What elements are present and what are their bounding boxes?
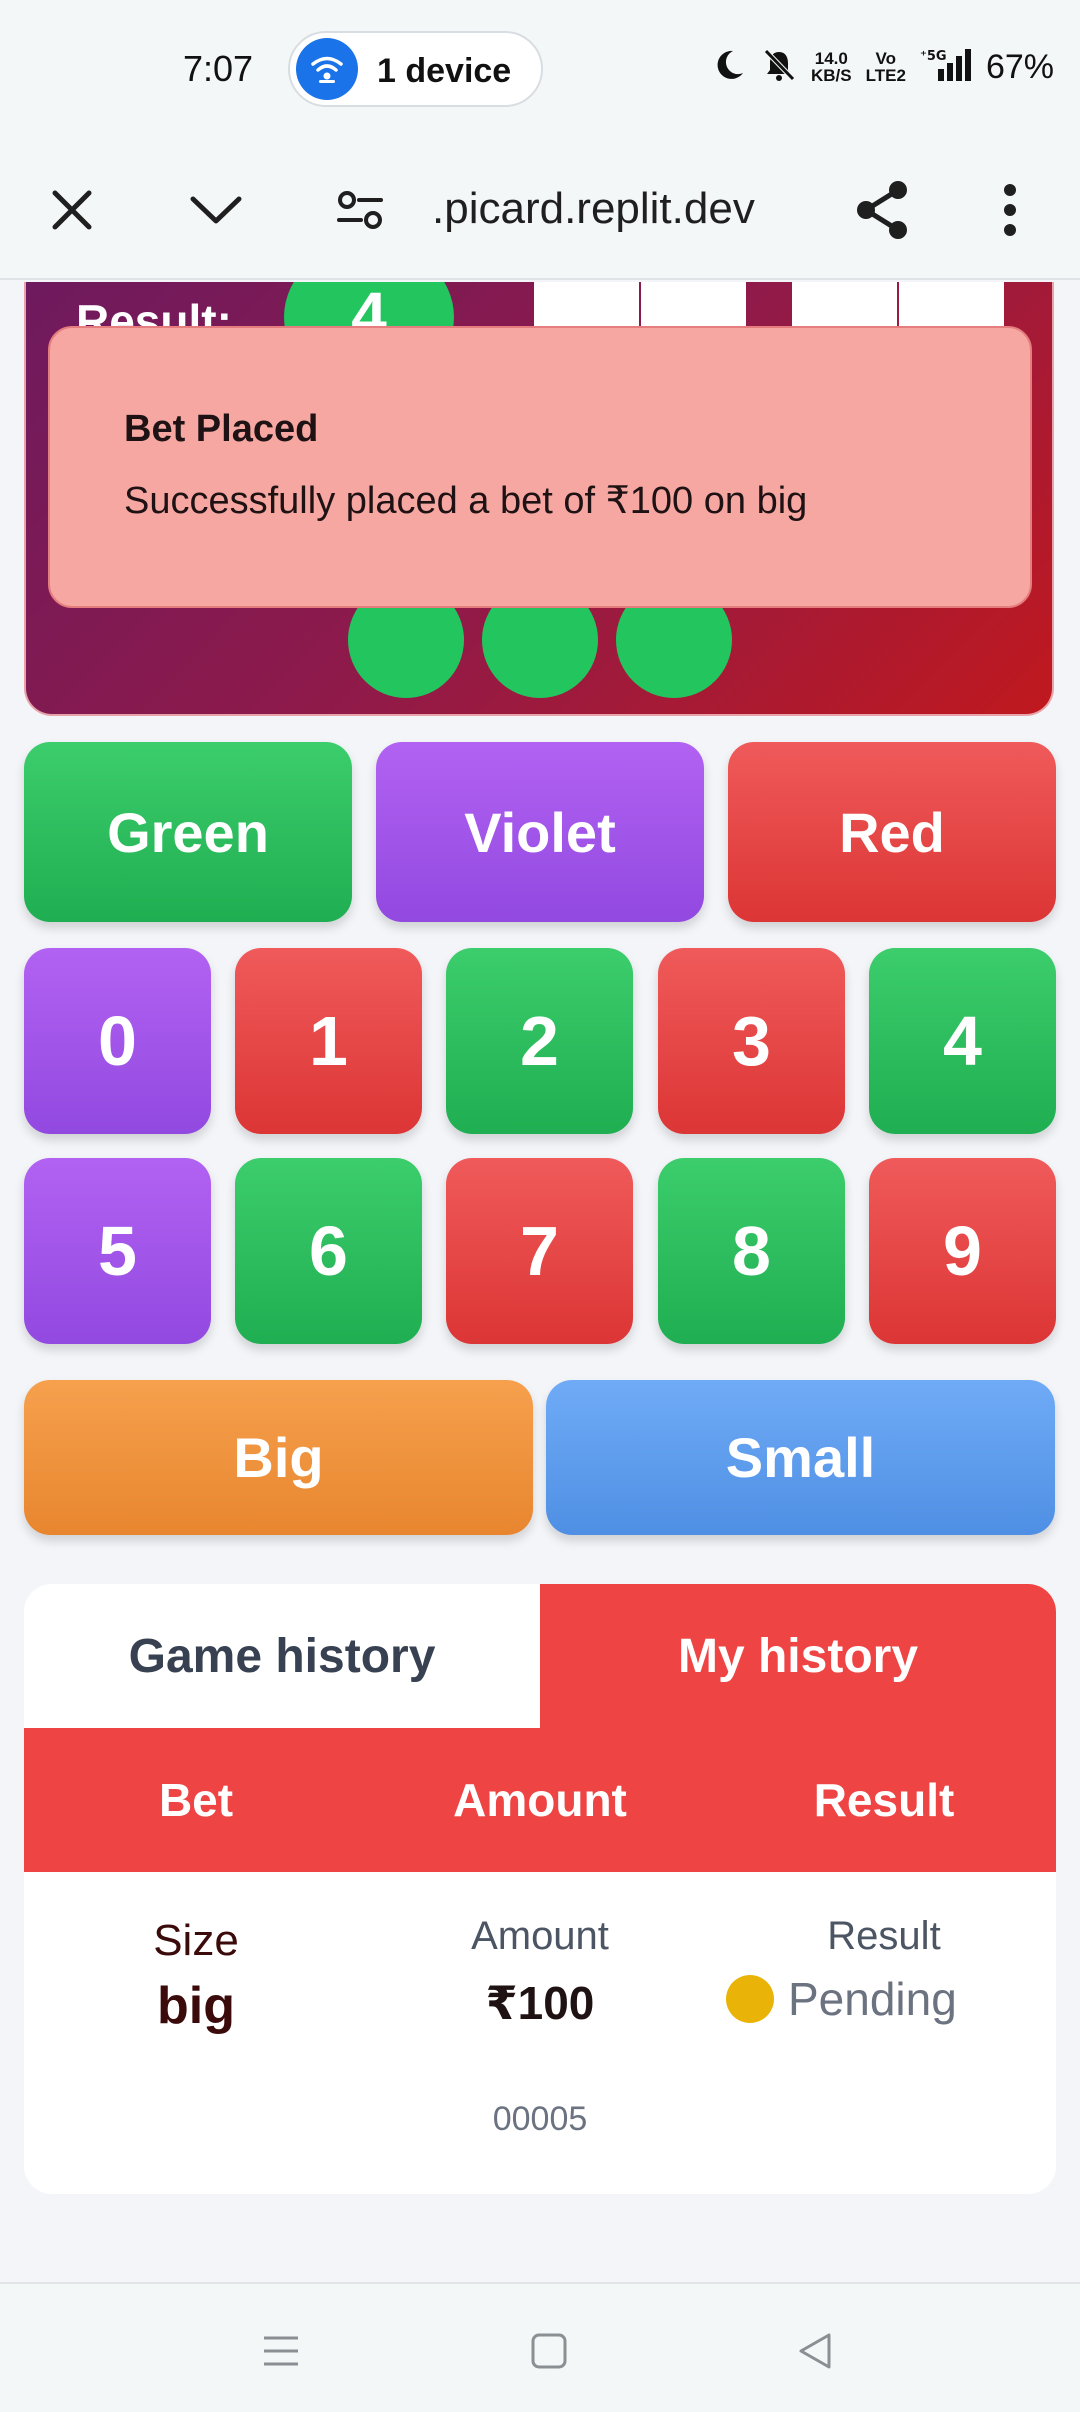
back-triangle-icon[interactable] <box>790 2326 840 2376</box>
result-label: Result <box>827 1914 941 1958</box>
svg-text:⁺5G: ⁺5G <box>920 49 947 64</box>
column-header-amount: Amount <box>453 1774 627 1826</box>
bet-green-button[interactable]: Green <box>24 742 352 922</box>
bell-muted-icon <box>761 47 797 88</box>
column-header-result: Result <box>813 1774 955 1826</box>
site-settings-icon[interactable] <box>322 172 398 248</box>
history-table-header: Bet Amount Result <box>24 1728 1056 1872</box>
result-status-text: Pending <box>788 1973 957 2025</box>
signal-5g-icon: ⁺5G <box>920 47 972 88</box>
period-number: 00005 <box>492 2100 588 2138</box>
address-bar-url[interactable]: .picard.replit.dev <box>432 184 812 234</box>
bet-number-1-button[interactable]: 1 <box>235 948 422 1134</box>
history-panel: Game history My history Bet Amount Resul… <box>24 1584 1056 2194</box>
column-header-bet: Bet <box>158 1774 234 1826</box>
bet-number-6-button[interactable]: 6 <box>235 1158 422 1344</box>
volte-indicator: Vo LTE2 <box>865 49 906 85</box>
bet-number-0-button[interactable]: 0 <box>24 948 211 1134</box>
bet-violet-button[interactable]: Violet <box>376 742 704 922</box>
hotspot-device-chip[interactable]: 1 device <box>288 31 543 107</box>
home-square-icon[interactable] <box>524 2326 574 2376</box>
toast-message: Successfully placed a bet of ₹100 on big <box>124 480 808 522</box>
status-bar: 7:07 1 device 14.0 KB/S Vo LTE2 ⁺5G 67% <box>0 0 1080 140</box>
do-not-disturb-moon-icon <box>711 47 747 88</box>
toast-title: Bet Placed <box>124 408 319 450</box>
amount-value: ₹100 <box>485 1977 595 2029</box>
bet-number-5-button[interactable]: 5 <box>24 1158 211 1344</box>
status-time: 7:07 <box>183 48 254 89</box>
tab-my-history[interactable]: My history <box>540 1584 1056 1728</box>
tab-game-history[interactable]: Game history <box>24 1584 540 1728</box>
bet-big-button[interactable]: Big <box>24 1380 533 1535</box>
amount-label: Amount <box>471 1914 609 1958</box>
bet-value: big <box>157 1977 235 2035</box>
bet-number-7-button[interactable]: 7 <box>446 1158 633 1344</box>
hotspot-icon <box>296 38 358 100</box>
bet-number-8-button[interactable]: 8 <box>658 1158 845 1344</box>
bet-type-label: Size <box>153 1916 239 1965</box>
browser-toolbar: .picard.replit.dev <box>0 140 1080 280</box>
network-speed: 14.0 KB/S <box>811 49 852 85</box>
bet-number-4-button[interactable]: 4 <box>869 948 1056 1134</box>
bet-red-button[interactable]: Red <box>728 742 1056 922</box>
bet-placed-toast[interactable]: Bet Placed Successfully placed a bet of … <box>48 326 1032 608</box>
bet-number-2-button[interactable]: 2 <box>446 948 633 1134</box>
battery-level: 67% <box>985 47 1054 86</box>
more-vert-icon[interactable] <box>972 172 1048 248</box>
close-icon[interactable] <box>34 172 110 248</box>
chevron-down-icon[interactable] <box>178 172 254 248</box>
share-icon[interactable] <box>844 172 920 248</box>
bet-number-9-button[interactable]: 9 <box>869 1158 1056 1344</box>
system-navigation-bar <box>0 2282 1080 2412</box>
recent-apps-menu-icon[interactable] <box>256 2326 306 2376</box>
pending-status-dot <box>726 1975 774 2023</box>
hotspot-device-label: 1 device <box>377 52 512 90</box>
bet-number-3-button[interactable]: 3 <box>658 948 845 1134</box>
result-status: Pending <box>726 1972 957 2026</box>
bet-small-button[interactable]: Small <box>546 1380 1055 1535</box>
